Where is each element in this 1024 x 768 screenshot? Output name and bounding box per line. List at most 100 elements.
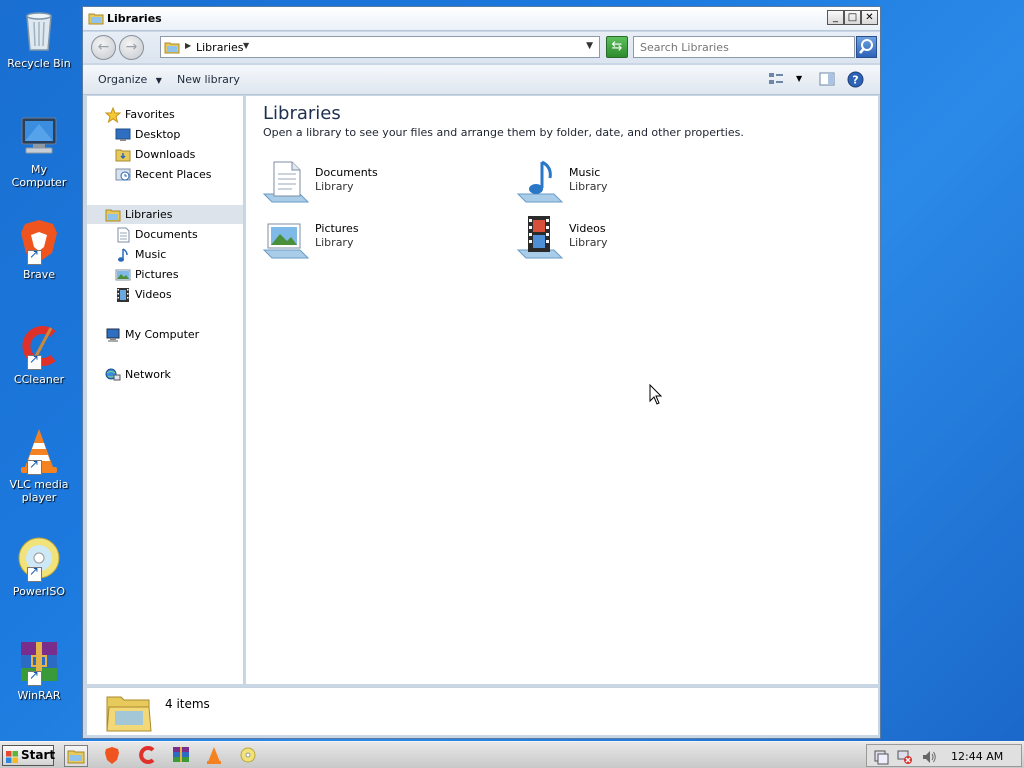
explorer-window: Libraries _ □ ✕ ← → ▶ Libraries ▼ ▼ ⇆ Se…	[82, 6, 881, 739]
navigation-pane: Favorites Desktop Downloads Recent Place…	[87, 96, 244, 684]
documents-library-icon	[262, 158, 310, 206]
clock[interactable]: 12:44 AM	[951, 750, 1003, 763]
desktop-icon-my-computer[interactable]: My Computer	[2, 112, 76, 189]
nav-label: Videos	[135, 288, 172, 301]
taskbar-explorer[interactable]	[64, 745, 88, 767]
taskbar-vlc[interactable]	[203, 745, 227, 767]
shortcut-arrow-icon	[27, 458, 42, 475]
minimize-button[interactable]: _	[827, 10, 844, 25]
desktop-icon-ccleaner[interactable]: CCleaner	[2, 322, 76, 386]
library-name: Music	[569, 166, 601, 179]
preview-pane-icon[interactable]	[819, 71, 835, 90]
library-type: Library	[315, 236, 354, 249]
desktop-icon-winrar[interactable]: WinRAR	[2, 638, 76, 702]
shortcut-arrow-icon	[27, 565, 42, 582]
start-button[interactable]: Start	[2, 745, 55, 766]
network-disconnected-icon[interactable]	[897, 749, 913, 765]
nav-music[interactable]: Music	[87, 245, 243, 264]
library-videos[interactable]: Videos Library	[516, 214, 736, 262]
new-library-button[interactable]: New library	[177, 73, 240, 86]
nav-label: My Computer	[125, 328, 200, 341]
nav-network[interactable]: Network	[87, 365, 243, 384]
recent-places-icon	[115, 167, 131, 183]
nav-label: Libraries	[125, 208, 173, 221]
libraries-large-folder-icon	[105, 691, 153, 733]
navigation-bar: ← → ▶ Libraries ▼ ▼ ⇆	[83, 32, 880, 63]
nav-label: Desktop	[135, 128, 181, 141]
nav-favorites[interactable]: Favorites	[87, 105, 243, 124]
content-pane: Libraries Open a library to see your fil…	[246, 96, 878, 684]
library-name: Pictures	[315, 222, 359, 235]
library-pictures[interactable]: Pictures Library	[262, 214, 482, 262]
ccleaner-icon	[139, 746, 155, 764]
downloads-folder-icon	[115, 147, 131, 163]
my-computer-icon	[15, 112, 63, 160]
music-note-icon	[115, 247, 131, 263]
desktop-icon-vlc[interactable]: VLC media player	[2, 427, 76, 504]
explorer-icon	[67, 750, 85, 764]
libraries-folder-icon	[105, 207, 121, 223]
taskbar-winrar[interactable]	[170, 745, 194, 767]
desktop-icon-label: Recycle Bin	[7, 57, 71, 70]
library-type: Library	[569, 236, 608, 249]
library-type: Library	[569, 180, 608, 193]
breadcrumb-dropdown-icon[interactable]: ▼	[243, 41, 249, 50]
libraries-folder-icon	[164, 40, 180, 54]
page-subtitle: Open a library to see your files and arr…	[263, 126, 744, 139]
taskbar-ccleaner[interactable]	[136, 745, 160, 767]
forward-button[interactable]: →	[119, 35, 144, 60]
poweriso-icon	[15, 534, 63, 582]
taskbar-poweriso[interactable]	[237, 745, 261, 767]
library-documents[interactable]: Documents Library	[262, 158, 482, 206]
taskbar: Start 12:44 AM	[0, 741, 1024, 768]
address-history-dropdown-icon[interactable]: ▼	[586, 41, 593, 51]
shortcut-arrow-icon	[27, 669, 42, 686]
view-options-icon[interactable]	[768, 71, 784, 90]
desktop-icon-label: PowerISO	[12, 585, 66, 598]
nav-desktop[interactable]: Desktop	[87, 125, 243, 144]
desktop-icon-poweriso[interactable]: PowerISO	[2, 534, 76, 598]
maximize-button[interactable]: □	[844, 10, 861, 25]
desktop-icon-recycle-bin[interactable]: Recycle Bin	[2, 6, 76, 70]
address-bar[interactable]: ▶ Libraries ▼ ▼	[160, 36, 600, 58]
nav-downloads[interactable]: Downloads	[87, 145, 243, 164]
desktop-icon-label: CCleaner	[13, 373, 65, 386]
nav-videos[interactable]: Videos	[87, 285, 243, 304]
help-icon[interactable]: ?	[847, 71, 864, 91]
close-button[interactable]: ✕	[861, 10, 878, 25]
command-bar: Organize ▼ New library ▼ ?	[83, 65, 880, 95]
taskbar-brave[interactable]	[101, 745, 125, 767]
back-button[interactable]: ←	[91, 35, 116, 60]
page-title: Libraries	[263, 103, 341, 124]
window-title: Libraries	[107, 12, 162, 25]
title-bar[interactable]: Libraries _ □ ✕	[83, 7, 880, 31]
view-dropdown-icon[interactable]: ▼	[796, 74, 802, 83]
refresh-button[interactable]: ⇆	[606, 36, 628, 58]
search-button[interactable]	[856, 36, 877, 58]
library-name: Videos	[569, 222, 606, 235]
desktop-icon-label: VLC media player	[9, 478, 69, 504]
nav-my-computer[interactable]: My Computer	[87, 325, 243, 344]
volume-icon[interactable]	[921, 749, 937, 765]
nav-libraries[interactable]: Libraries	[87, 205, 243, 224]
computer-icon	[105, 327, 121, 343]
breadcrumb-arrow-icon[interactable]: ▶	[185, 41, 191, 50]
organize-button[interactable]: Organize ▼	[98, 73, 162, 86]
search-input[interactable]	[633, 36, 855, 58]
desktop-icon-label: My Computer	[11, 163, 67, 189]
forward-arrow-icon: →	[125, 39, 138, 55]
nav-label: Recent Places	[135, 168, 212, 181]
library-music[interactable]: Music Library	[516, 158, 736, 206]
desktop-icon-brave[interactable]: Brave	[2, 217, 76, 281]
breadcrumb-libraries[interactable]: Libraries	[196, 41, 244, 54]
action-center-icon[interactable]	[873, 749, 889, 765]
desktop-icon	[115, 127, 131, 143]
vlc-icon	[207, 747, 221, 764]
mouse-cursor-icon	[649, 384, 663, 405]
music-library-icon	[516, 158, 564, 206]
nav-pictures[interactable]: Pictures	[87, 265, 243, 284]
nav-recent-places[interactable]: Recent Places	[87, 165, 243, 184]
nav-documents[interactable]: Documents	[87, 225, 243, 244]
back-arrow-icon: ←	[97, 39, 110, 55]
vlc-icon	[15, 427, 63, 475]
